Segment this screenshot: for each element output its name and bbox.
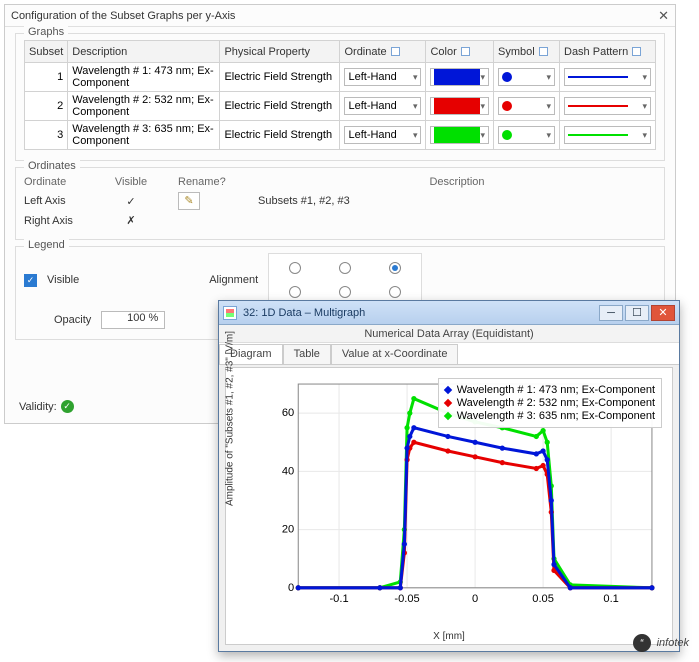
graphs-group-title: Graphs xyxy=(24,26,68,38)
col-phys[interactable]: Physical Property xyxy=(220,41,340,63)
chevron-down-icon: ▾ xyxy=(642,101,647,112)
right-axis-visible[interactable]: ✗ xyxy=(108,214,154,227)
svg-text:20: 20 xyxy=(282,524,294,536)
table-row: 3 Wavelength # 3: 635 nm; Ex-Component E… xyxy=(25,121,656,150)
color-combo: ▾ xyxy=(430,68,489,86)
ordinates-group: Ordinates Ordinate Visible Rename? Descr… xyxy=(15,167,665,240)
col-desc[interactable]: Description xyxy=(68,41,220,63)
dash-combo: ▾ xyxy=(564,97,651,115)
chevron-down-icon: ▾ xyxy=(642,130,647,141)
svg-text:0.1: 0.1 xyxy=(603,593,618,605)
chevron-down-icon: ▾ xyxy=(413,72,418,83)
watermark: “ infotek xyxy=(633,634,689,652)
close-icon[interactable]: ✕ xyxy=(658,8,669,24)
chart-legend: Wavelength # 1: 473 nm; Ex-Component Wav… xyxy=(438,378,662,428)
watermark-icon: “ xyxy=(633,634,651,652)
col-dash[interactable]: Dash Pattern xyxy=(560,41,656,63)
chevron-down-icon: ▾ xyxy=(546,101,551,112)
multigraph-window: 32: 1D Data – Multigraph ─ ☐ ✕ Numerical… xyxy=(218,300,680,652)
ordinate-combo: Left-Hand▾ xyxy=(344,126,421,144)
align-bc[interactable] xyxy=(339,286,351,298)
align-bl[interactable] xyxy=(289,286,301,298)
legend-marker-icon xyxy=(443,412,451,420)
chevron-down-icon: ▾ xyxy=(546,130,551,141)
chevron-down-icon: ▾ xyxy=(480,101,485,112)
ord-row-right: Right Axis ✗ xyxy=(24,212,656,229)
y-axis-label: Amplitude of "Subsets #1, #2, #3" [V/m] xyxy=(225,331,236,506)
left-axis-visible[interactable]: ✓ xyxy=(108,195,154,208)
dash-combo: ▾ xyxy=(564,68,651,86)
chevron-down-icon: ▾ xyxy=(413,130,418,141)
col-ordinate[interactable]: Ordinate xyxy=(340,41,426,63)
ordinates-title: Ordinates xyxy=(24,160,80,172)
svg-text:60: 60 xyxy=(282,407,294,419)
ordinate-combo: Left-Hand▾ xyxy=(344,97,421,115)
chevron-down-icon: ▾ xyxy=(480,130,485,141)
symbol-combo: ▾ xyxy=(498,126,555,144)
dash-combo: ▾ xyxy=(564,126,651,144)
legend-visible-label: Visible xyxy=(47,274,79,286)
mg-titlebar[interactable]: 32: 1D Data – Multigraph ─ ☐ ✕ xyxy=(219,301,679,325)
minimize-button[interactable]: ─ xyxy=(599,305,623,321)
col-symbol[interactable]: Symbol xyxy=(494,41,560,63)
legend-marker-icon xyxy=(443,386,451,394)
align-br[interactable] xyxy=(389,286,401,298)
symbol-combo: ▾ xyxy=(498,97,555,115)
svg-text:0.05: 0.05 xyxy=(532,593,554,605)
svg-text:0: 0 xyxy=(288,582,294,594)
ord-row-left: Left Axis ✓ ✎ Subsets #1, #2, #3 xyxy=(24,190,656,212)
dash-icon xyxy=(632,47,641,56)
rename-button[interactable]: ✎ xyxy=(178,192,200,210)
chevron-down-icon: ▾ xyxy=(413,101,418,112)
svg-text:-0.05: -0.05 xyxy=(394,593,419,605)
col-subset[interactable]: Subset xyxy=(25,41,68,63)
svg-text:-0.1: -0.1 xyxy=(329,593,348,605)
tab-value[interactable]: Value at x-Coordinate xyxy=(331,344,459,364)
mg-tabs: Diagram Table Value at x-Coordinate xyxy=(219,343,679,365)
table-row: 1 Wavelength # 1: 473 nm; Ex-Component E… xyxy=(25,63,656,92)
mg-subtitle: Numerical Data Array (Equidistant) xyxy=(219,325,679,343)
align-tr[interactable] xyxy=(389,262,401,274)
color-icon xyxy=(461,47,470,56)
chevron-down-icon: ▾ xyxy=(546,72,551,83)
graphs-table: Subset Description Physical Property Ord… xyxy=(24,40,656,150)
legend-title: Legend xyxy=(24,239,69,251)
symbol-combo: ▾ xyxy=(498,68,555,86)
table-row: 2 Wavelength # 2: 532 nm; Ex-Component E… xyxy=(25,92,656,121)
align-tc[interactable] xyxy=(339,262,351,274)
close-button[interactable]: ✕ xyxy=(651,305,675,321)
svg-text:40: 40 xyxy=(282,465,294,477)
chevron-down-icon: ▾ xyxy=(480,72,485,83)
col-color[interactable]: Color xyxy=(426,41,494,63)
opacity-input[interactable]: 100 % xyxy=(101,311,165,329)
ordinate-icon xyxy=(391,47,400,56)
alignment-label: Alignment xyxy=(209,274,258,286)
plot-area: Amplitude of "Subsets #1, #2, #3" [V/m] … xyxy=(225,367,673,645)
ordinate-combo: Left-Hand▾ xyxy=(344,68,421,86)
ord-hdr-ordinate: Ordinate xyxy=(24,176,84,188)
chevron-down-icon: ▾ xyxy=(642,72,647,83)
align-tl[interactable] xyxy=(289,262,301,274)
legend-marker-icon xyxy=(443,399,451,407)
dialog-title: Configuration of the Subset Graphs per y… xyxy=(11,10,235,22)
validity-status: Validity: ✓ xyxy=(19,400,74,413)
mg-title: 32: 1D Data – Multigraph xyxy=(243,307,365,319)
legend-visible-check[interactable]: ✓ xyxy=(24,274,37,287)
ord-hdr-visible: Visible xyxy=(108,176,154,188)
ord-hdr-rename: Rename? xyxy=(178,176,234,188)
opacity-label: Opacity xyxy=(54,314,91,326)
ord-hdr-desc: Description xyxy=(258,176,656,188)
color-combo: ▾ xyxy=(430,126,489,144)
maximize-button[interactable]: ☐ xyxy=(625,305,649,321)
graphs-group: Graphs Subset Description Physical Prope… xyxy=(15,33,665,161)
symbol-icon xyxy=(539,47,548,56)
x-axis-label: X [mm] xyxy=(226,631,672,642)
app-icon xyxy=(223,306,237,320)
tab-table[interactable]: Table xyxy=(283,344,331,364)
svg-text:0: 0 xyxy=(472,593,478,605)
alignment-grid xyxy=(268,253,422,307)
check-icon: ✓ xyxy=(61,400,74,413)
color-combo: ▾ xyxy=(430,97,489,115)
dialog-titlebar: Configuration of the Subset Graphs per y… xyxy=(5,5,675,27)
